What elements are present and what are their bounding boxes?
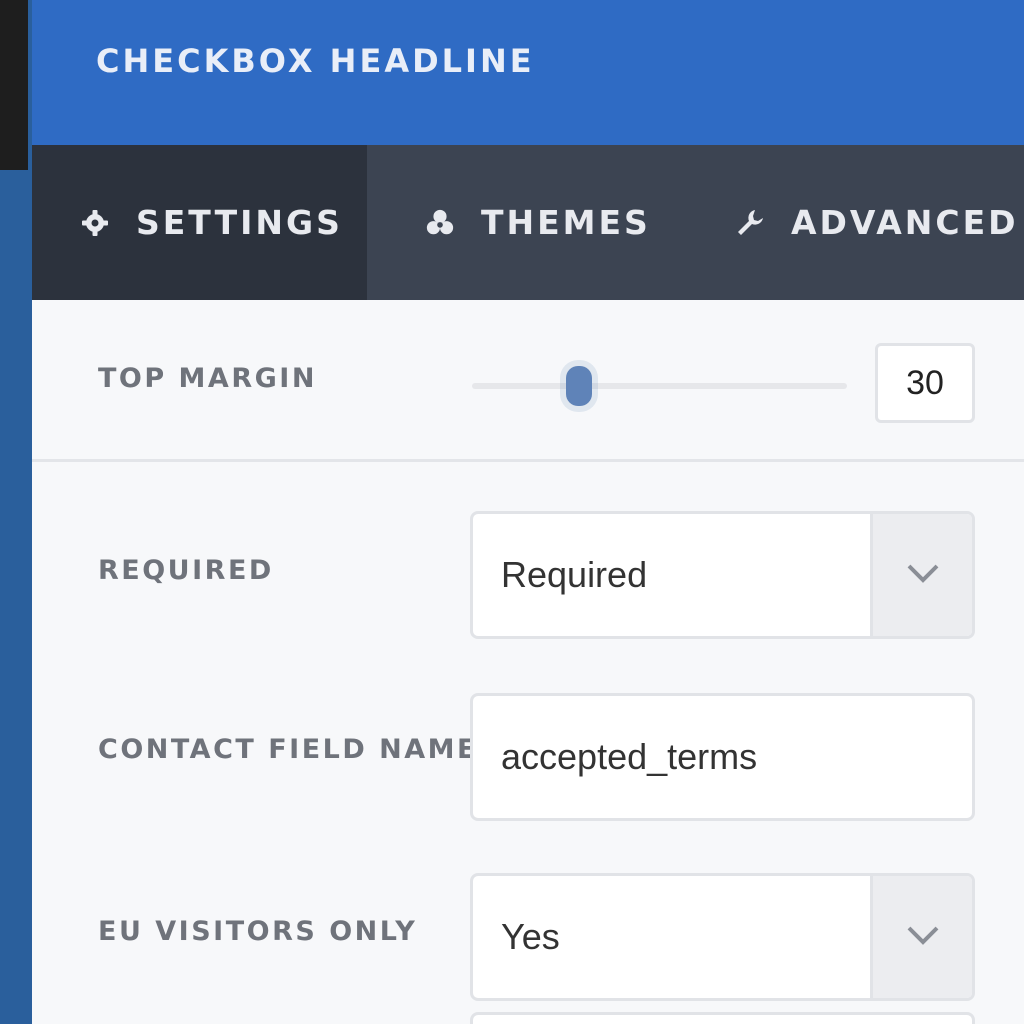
required-select[interactable]: Required	[470, 511, 975, 639]
next-field-partial[interactable]	[470, 1012, 975, 1024]
eu-visitors-only-select-value: Yes	[501, 916, 560, 957]
required-select-arrow[interactable]	[870, 514, 972, 636]
palette-icon	[425, 208, 455, 238]
settings-panel: CHECKBOX HEADLINE SETTINGS THEMES ADVANC…	[32, 0, 1024, 1024]
tab-themes[interactable]: THEMES	[377, 145, 697, 300]
wrench-icon	[735, 208, 765, 238]
top-margin-label: TOP MARGIN	[98, 363, 317, 394]
top-margin-slider-track[interactable]	[472, 383, 847, 389]
header-title: CHECKBOX HEADLINE	[96, 42, 535, 80]
tab-advanced[interactable]: ADVANCED	[687, 145, 1024, 300]
eu-visitors-only-select[interactable]: Yes	[470, 873, 975, 1001]
eu-visitors-only-label: EU VISITORS ONLY	[98, 916, 418, 947]
top-margin-slider-thumb[interactable]	[566, 366, 592, 406]
top-margin-input[interactable]: 30	[875, 343, 975, 423]
chevron-down-icon	[905, 562, 941, 589]
contact-field-name-label: CONTACT FIELD NAME	[98, 734, 478, 765]
left-sidebar-strip	[0, 0, 32, 1024]
top-margin-row: TOP MARGIN 30	[32, 300, 1024, 462]
panel-header: CHECKBOX HEADLINE	[32, 0, 1024, 145]
tab-advanced-label: ADVANCED	[791, 203, 1019, 242]
required-label: REQUIRED	[98, 555, 274, 586]
required-select-value: Required	[501, 554, 648, 595]
left-sidebar-dark-area	[0, 0, 28, 170]
tab-settings-label: SETTINGS	[136, 203, 343, 242]
eu-visitors-only-select-arrow[interactable]	[870, 876, 972, 998]
tab-bar: SETTINGS THEMES ADVANCED	[32, 145, 1024, 300]
chevron-down-icon	[905, 924, 941, 951]
contact-field-name-input[interactable]: accepted_terms	[470, 693, 975, 821]
gear-icon	[80, 208, 110, 238]
tab-themes-label: THEMES	[481, 203, 651, 242]
tab-settings[interactable]: SETTINGS	[32, 145, 367, 300]
